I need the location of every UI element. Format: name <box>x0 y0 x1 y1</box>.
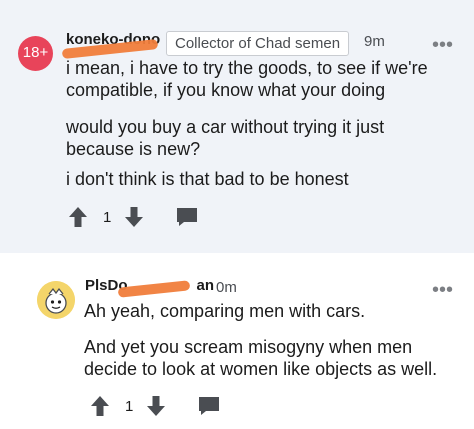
upvote-icon[interactable] <box>67 206 89 228</box>
user-flair: Collector of Chad semen <box>166 31 350 56</box>
more-options-icon[interactable]: ••• <box>432 280 453 300</box>
comment-paragraph: And yet you scream misogyny when men dec… <box>84 337 438 379</box>
comment-actions: 1 <box>67 206 199 228</box>
comment-paragraph: Ah yeah, comparing men with cars. <box>84 301 366 321</box>
more-options-icon[interactable]: ••• <box>432 35 453 55</box>
nsfw-avatar[interactable]: 18+ <box>18 36 53 71</box>
user-avatar[interactable] <box>37 281 75 319</box>
downvote-icon[interactable] <box>145 395 167 417</box>
reply-icon[interactable] <box>197 395 221 417</box>
comment-paragraph: i mean, i have to try the goods, to see … <box>66 58 428 100</box>
timestamp: 0m <box>216 279 237 296</box>
vote-score: 1 <box>103 208 112 226</box>
timestamp: 9m <box>364 33 385 50</box>
vote-score: 1 <box>125 397 134 415</box>
comment-actions: 1 <box>89 395 221 417</box>
upvote-icon[interactable] <box>89 395 111 417</box>
comment-highlighted: 18+ koneko-dono Collector of Chad semen … <box>0 0 474 253</box>
downvote-icon[interactable] <box>123 206 145 228</box>
reply-icon[interactable] <box>175 206 199 228</box>
comment-paragraph: would you buy a car without trying it ju… <box>66 117 385 159</box>
comment-paragraph: i don't think is that bad to be honest <box>66 169 349 189</box>
